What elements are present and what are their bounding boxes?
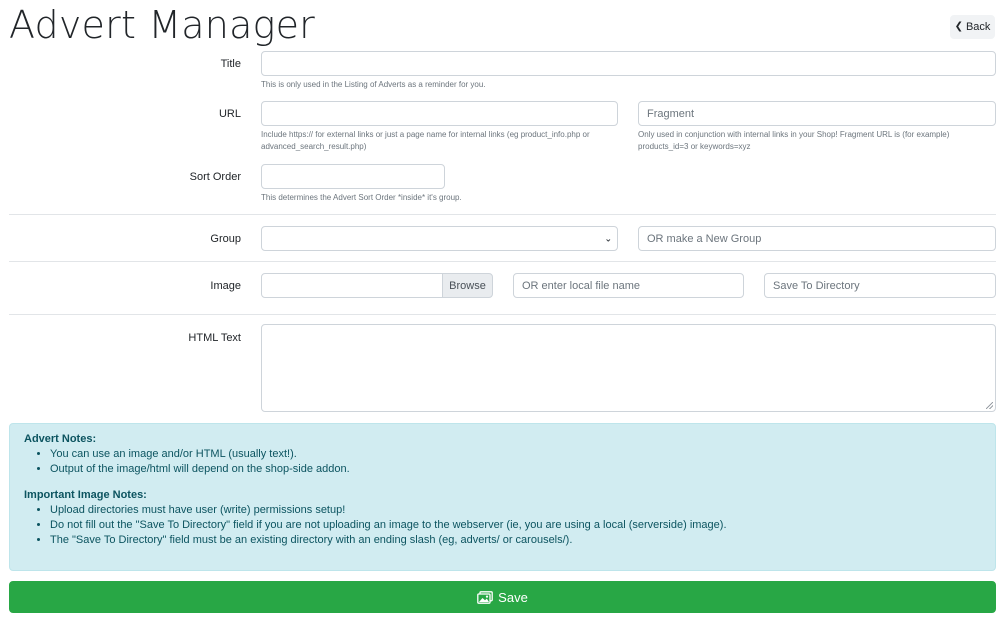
list-item: Output of the image/html will depend on …: [50, 462, 981, 477]
divider: [9, 261, 996, 262]
image-notes-heading: Important Image Notes:: [24, 489, 147, 501]
html-text-textarea[interactable]: [261, 324, 996, 412]
save-button-label: Save: [498, 589, 528, 605]
browse-button[interactable]: Browse: [442, 273, 493, 298]
local-file-placeholder: OR enter local file name: [522, 279, 640, 292]
list-item: Do not fill out the "Save To Directory" …: [50, 518, 981, 533]
save-button[interactable]: Save: [9, 581, 996, 613]
list-item: The "Save To Directory" field must be an…: [50, 533, 981, 548]
page-title: Advert Manager: [9, 3, 315, 47]
new-group-placeholder: OR make a New Group: [647, 232, 762, 245]
sort-order-label: Sort Order: [189, 171, 241, 183]
fragment-placeholder: Fragment: [647, 107, 695, 120]
advert-notes-heading: Advert Notes:: [24, 433, 97, 445]
notes-panel: Advert Notes: You can use an image and/o…: [9, 423, 996, 571]
group-label: Group: [210, 233, 241, 245]
chevron-down-icon: ⌄: [604, 233, 612, 243]
divider: [9, 214, 996, 215]
html-text-label: HTML Text: [188, 332, 241, 344]
list-item: You can use an image and/or HTML (usuall…: [50, 447, 981, 462]
title-label: Title: [220, 58, 241, 70]
sort-order-help-text: This determines the Advert Sort Order *i…: [261, 193, 462, 202]
new-group-input[interactable]: OR make a New Group: [638, 226, 996, 251]
image-label: Image: [210, 280, 241, 292]
save-directory-placeholder: Save To Directory: [773, 279, 860, 292]
group-select[interactable]: ⌄: [261, 226, 618, 251]
title-help-text: This is only used in the Listing of Adve…: [261, 80, 486, 89]
url-label: URL: [218, 108, 241, 120]
list-item: Upload directories must have user (write…: [50, 503, 981, 518]
title-input[interactable]: [261, 51, 996, 76]
url-help-text: Include https:// for external links or j…: [261, 130, 590, 151]
image-file-input[interactable]: [261, 273, 443, 298]
sort-order-input[interactable]: [261, 164, 445, 189]
divider: [9, 314, 996, 315]
advert-notes-list: You can use an image and/or HTML (usuall…: [24, 447, 981, 477]
back-button[interactable]: ❮ Back: [950, 15, 995, 39]
back-button-label: Back: [965, 21, 991, 33]
save-directory-input[interactable]: Save To Directory: [764, 273, 996, 298]
local-file-input[interactable]: OR enter local file name: [513, 273, 744, 298]
image-notes-list: Upload directories must have user (write…: [24, 503, 981, 548]
fragment-input[interactable]: Fragment: [638, 101, 996, 126]
image-icon: [477, 590, 494, 604]
fragment-help-text: Only used in conjunction with internal l…: [638, 130, 950, 151]
resize-handle-icon[interactable]: [986, 402, 993, 409]
chevron-left-icon: ❮: [954, 21, 963, 32]
url-input[interactable]: [261, 101, 618, 126]
